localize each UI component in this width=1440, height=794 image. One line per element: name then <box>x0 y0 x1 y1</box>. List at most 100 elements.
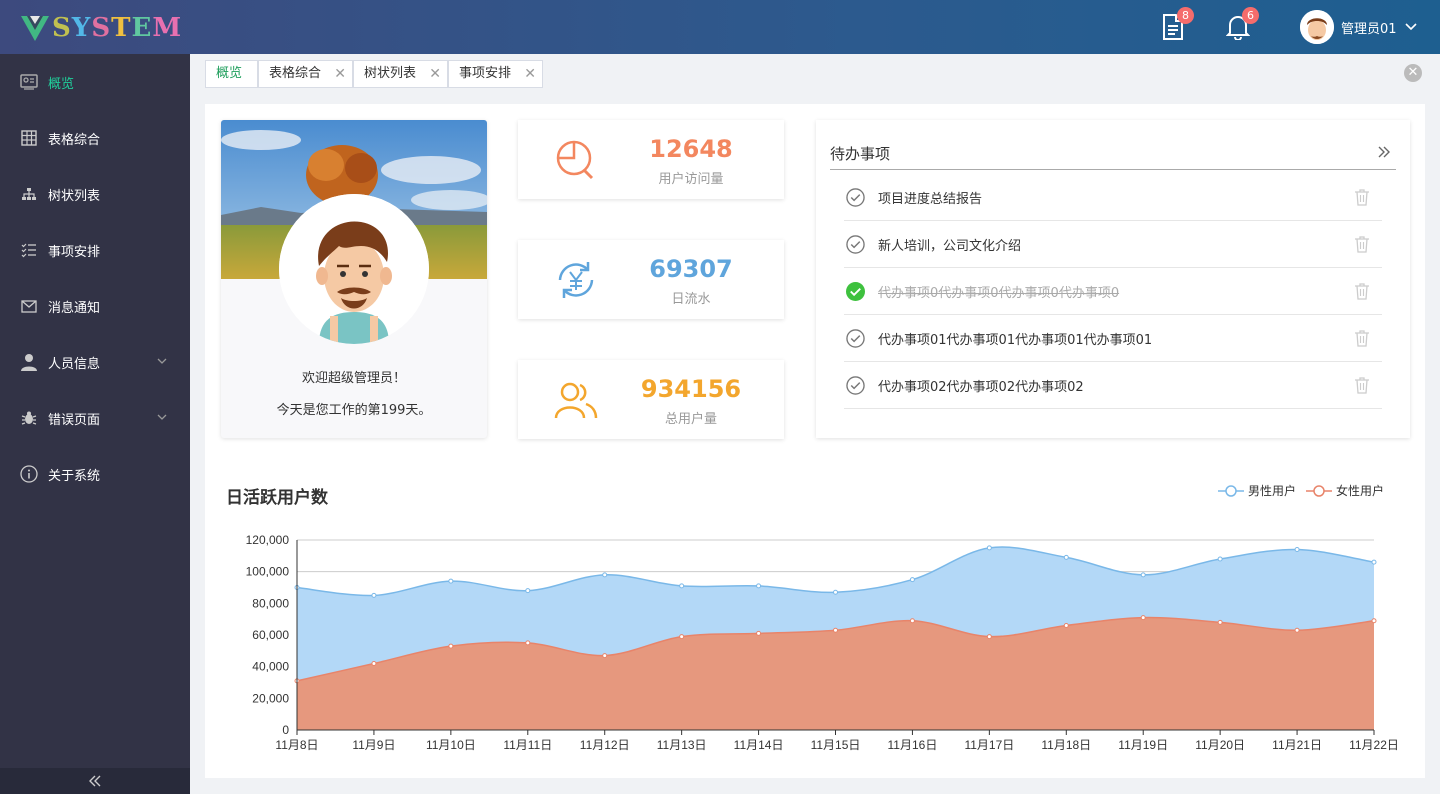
x-tick-label: 11月11日 <box>503 738 552 752</box>
data-point <box>602 572 608 578</box>
sidebar-item-label: 人员信息 <box>48 356 101 372</box>
data-point <box>602 653 608 659</box>
tab-schedule[interactable]: 事项安排 ✕ <box>448 60 543 88</box>
y-tick-label: 60,000 <box>252 628 289 642</box>
x-tick-label: 11月12日 <box>580 738 630 752</box>
data-point <box>833 627 838 633</box>
divider <box>830 169 1396 170</box>
user-menu[interactable]: 管理员01 <box>1300 9 1418 45</box>
data-point <box>756 583 762 589</box>
sidebar-item-label: 概览 <box>48 76 75 92</box>
notifications-badge: 6 <box>1242 7 1259 24</box>
app-logo[interactable]: SYSTEM <box>20 12 182 44</box>
sidebar-item-tree[interactable]: 树状列表 <box>0 166 190 222</box>
data-point <box>1063 623 1069 628</box>
sidebar-item-messages[interactable]: 消息通知 <box>0 278 190 334</box>
yuan-refresh-icon <box>558 262 594 298</box>
x-tick-label: 11月10日 <box>426 738 476 752</box>
logo-letter: M <box>152 13 183 43</box>
tab-label: 事项安排 <box>459 66 512 81</box>
check-circle-icon[interactable] <box>846 235 865 254</box>
x-tick-label: 11月17日 <box>964 738 1014 752</box>
legend-marker <box>1218 484 1244 497</box>
x-tick-label: 11月13日 <box>657 738 707 752</box>
daily-active-users-chart: 0 20,000 40,000 60,000 80,000 100,000 120,000 1… <box>246 533 1399 752</box>
data-point <box>1294 627 1300 633</box>
legend-item-male[interactable]: 男性用户 <box>1218 482 1296 499</box>
data-point <box>371 661 377 666</box>
avatar <box>1300 10 1334 44</box>
x-tick-label: 11月22日 <box>1349 738 1399 752</box>
check-circle-icon[interactable] <box>846 188 865 207</box>
data-point <box>986 634 992 640</box>
checked-icon[interactable] <box>846 282 865 301</box>
data-point <box>909 577 915 583</box>
legend-item-female[interactable]: 女性用户 <box>1306 482 1384 499</box>
check-circle-icon[interactable] <box>846 376 865 395</box>
sidebar-item-schedule[interactable]: 事项安排 <box>0 222 190 278</box>
sidebar-item-about[interactable]: 关于系统 <box>0 446 190 502</box>
trash-icon[interactable] <box>1354 282 1370 300</box>
trash-icon[interactable] <box>1354 329 1370 347</box>
sidebar-item-label: 消息通知 <box>48 300 101 316</box>
close-icon[interactable]: ✕ <box>334 61 346 87</box>
trash-icon[interactable] <box>1354 235 1370 253</box>
stat-label: 日流水 <box>671 292 711 307</box>
data-point <box>525 588 531 594</box>
data-point <box>1217 556 1223 562</box>
mail-icon <box>20 297 38 315</box>
data-point <box>1294 547 1300 552</box>
data-point <box>1063 554 1069 560</box>
y-tick-label: 40,000 <box>252 660 289 674</box>
tab-label: 表格综合 <box>269 66 322 81</box>
x-tick-label: 11月8日 <box>275 738 318 752</box>
sidebar-item-label: 错误页面 <box>48 412 101 428</box>
close-all-tabs-button[interactable]: ✕ <box>1404 64 1422 82</box>
close-icon[interactable]: ✕ <box>429 61 441 87</box>
data-point <box>1371 618 1377 624</box>
sidebar-item-personnel[interactable]: 人员信息 <box>0 334 190 390</box>
tab-tree[interactable]: 树状列表 ✕ <box>353 60 448 88</box>
close-icon[interactable]: ✕ <box>524 61 536 87</box>
sidebar-collapse-button[interactable] <box>0 768 190 794</box>
tab-bar: 概览 表格综合 ✕ 树状列表 ✕ 事项安排 ✕ <box>190 54 1440 94</box>
sidebar: 概览 表格综合 树状列表 事项安排 消息通知 人员信息 错误页面 关于系统 <box>0 54 190 794</box>
logo-letter: E <box>131 13 153 43</box>
data-point <box>448 578 454 584</box>
messages-button[interactable]: 8 <box>1161 7 1194 40</box>
legend-label: 男性用户 <box>1248 484 1297 498</box>
welcome-text: 欢迎超级管理员！ <box>301 371 406 386</box>
app-title: SYSTEM <box>52 13 182 43</box>
sidebar-item-table[interactable]: 表格综合 <box>0 110 190 166</box>
sidebar-item-overview[interactable]: 概览 <box>0 54 190 110</box>
x-tick-label: 11月14日 <box>734 738 784 752</box>
stat-card-visits: 12648 用户访问量 <box>518 120 784 199</box>
todo-item: 新人培训，公司文化介绍 <box>844 221 1382 268</box>
tab-label: 概览 <box>216 66 243 81</box>
data-point <box>1371 559 1377 565</box>
sidebar-item-label: 事项安排 <box>48 244 101 260</box>
double-chevron-right-icon[interactable] <box>1377 145 1391 159</box>
sidebar-item-label: 表格综合 <box>48 132 101 148</box>
chevron-down-icon <box>1404 23 1417 31</box>
tab-overview[interactable]: 概览 <box>205 60 258 88</box>
sidebar-item-label: 关于系统 <box>48 468 101 484</box>
y-tick-label: 100,000 <box>246 565 290 579</box>
todo-card: 待办事项 项目进度总结报告 新人培训，公司文化介绍 代办事项0代办事项0代办事项0代… <box>816 120 1410 438</box>
tab-table[interactable]: 表格综合 ✕ <box>258 60 353 88</box>
user-name: 管理员01 <box>1341 21 1397 37</box>
todo-text: 新人培训，公司文化介绍 <box>878 239 1022 254</box>
stat-value: 12648 <box>649 135 733 163</box>
x-tick-label: 11月15日 <box>811 738 861 752</box>
tab-label: 树状列表 <box>364 66 417 81</box>
trash-icon[interactable] <box>1354 188 1370 206</box>
check-circle-icon[interactable] <box>846 329 865 348</box>
sidebar-item-error-pages[interactable]: 错误页面 <box>0 390 190 446</box>
profile-card: 欢迎超级管理员！ 今天是您工作的第199天。 <box>221 120 487 438</box>
notifications-button[interactable]: 6 <box>1225 7 1259 41</box>
info-icon <box>20 465 38 483</box>
x-tick-label: 11月9日 <box>352 738 395 752</box>
y-tick-label: 20,000 <box>252 691 289 705</box>
todo-item: 代办事项0代办事项0代办事项0代办事项0 <box>844 268 1382 315</box>
trash-icon[interactable] <box>1354 376 1370 394</box>
